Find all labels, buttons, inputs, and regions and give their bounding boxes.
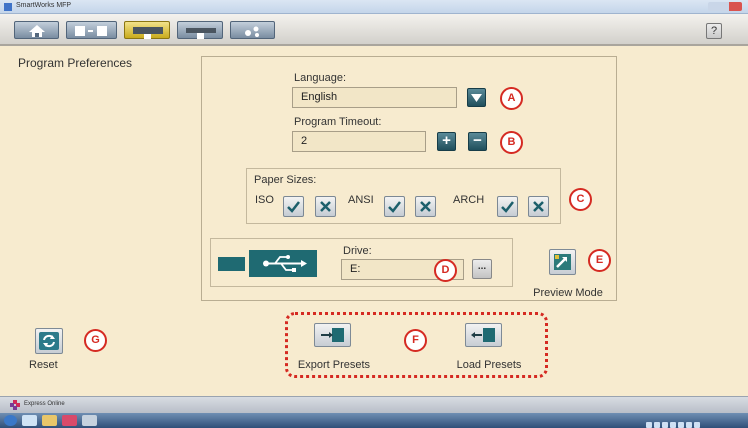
os-taskbar	[0, 413, 748, 428]
copy-button[interactable]	[66, 21, 117, 39]
copy-icon	[75, 26, 107, 36]
timeout-field[interactable]: 2	[292, 131, 426, 152]
ansi-clear-button[interactable]	[415, 196, 436, 217]
ansi-select-all-button[interactable]	[384, 196, 405, 217]
load-presets-button[interactable]	[465, 323, 502, 347]
paper-sizes-label: Paper Sizes:	[254, 174, 317, 186]
usb-drive-indicator	[218, 257, 245, 271]
reset-button[interactable]	[35, 328, 63, 354]
preview-mode-label: Preview Mode	[533, 287, 603, 299]
browse-drive-button[interactable]: ...	[472, 259, 492, 279]
timeout-increase-button[interactable]: +	[437, 132, 456, 151]
chevron-down-icon	[471, 94, 482, 102]
iso-select-all-button[interactable]	[283, 196, 304, 217]
browser-icon[interactable]	[22, 415, 37, 426]
home-icon	[29, 25, 45, 37]
callout-f: F	[404, 329, 427, 352]
window-titlebar: SmartWorks MFP	[0, 0, 748, 14]
print-icon	[186, 28, 216, 39]
tool-icon[interactable]	[82, 415, 97, 426]
load-presets-label: Load Presets	[456, 359, 522, 371]
export-icon	[321, 328, 344, 342]
callout-d: D	[434, 259, 457, 282]
iso-clear-button[interactable]	[315, 196, 336, 217]
scan-button[interactable]	[124, 21, 170, 39]
callout-b: B	[500, 131, 523, 154]
brand-logo-icon	[10, 400, 20, 410]
language-dropdown-button[interactable]	[467, 88, 486, 107]
app-taskbar-icon[interactable]	[62, 415, 77, 426]
paper-group-iso-label: ISO	[255, 194, 274, 206]
preview-icon	[554, 254, 571, 270]
timeout-decrease-button[interactable]: −	[468, 132, 487, 151]
settings-icon	[245, 26, 259, 37]
reset-label: Reset	[29, 359, 58, 371]
paper-group-ansi-label: ANSI	[348, 194, 374, 206]
status-bar: Express Online	[0, 396, 748, 413]
import-icon	[471, 328, 495, 342]
folder-icon[interactable]	[42, 415, 57, 426]
scan-icon	[133, 27, 163, 39]
main-toolbar	[0, 14, 748, 46]
check-icon	[501, 201, 514, 213]
check-icon	[388, 201, 401, 213]
window-controls[interactable]	[708, 2, 742, 11]
home-button[interactable]	[14, 21, 59, 39]
window-title: SmartWorks MFP	[16, 2, 72, 9]
clear-x-icon	[533, 201, 544, 212]
start-button-icon[interactable]	[4, 415, 17, 426]
clear-x-icon	[420, 201, 431, 212]
callout-g: G	[84, 329, 107, 352]
clear-x-icon	[320, 201, 331, 212]
check-icon	[287, 201, 300, 213]
usb-icon	[249, 250, 317, 277]
callout-e: E	[588, 249, 611, 272]
drive-label: Drive:	[343, 245, 372, 257]
paper-group-arch-label: ARCH	[453, 194, 485, 206]
print-button[interactable]	[177, 21, 223, 39]
app-icon	[4, 3, 12, 11]
timeout-label: Program Timeout:	[294, 116, 382, 128]
help-button[interactable]: ?	[706, 23, 722, 39]
arch-select-all-button[interactable]	[497, 196, 518, 217]
page-title: Program Preferences	[18, 56, 133, 70]
status-text: Express Online	[24, 401, 65, 407]
callout-c: C	[569, 188, 592, 211]
language-label: Language:	[294, 72, 346, 84]
settings-button[interactable]	[230, 21, 275, 39]
preview-mode-button[interactable]	[549, 249, 576, 275]
language-select[interactable]: English	[292, 87, 457, 108]
arch-clear-button[interactable]	[528, 196, 549, 217]
export-presets-label: Export Presets	[297, 359, 371, 371]
refresh-icon	[39, 332, 59, 350]
callout-a: A	[500, 87, 523, 110]
system-tray	[646, 415, 742, 428]
export-presets-button[interactable]	[314, 323, 351, 347]
